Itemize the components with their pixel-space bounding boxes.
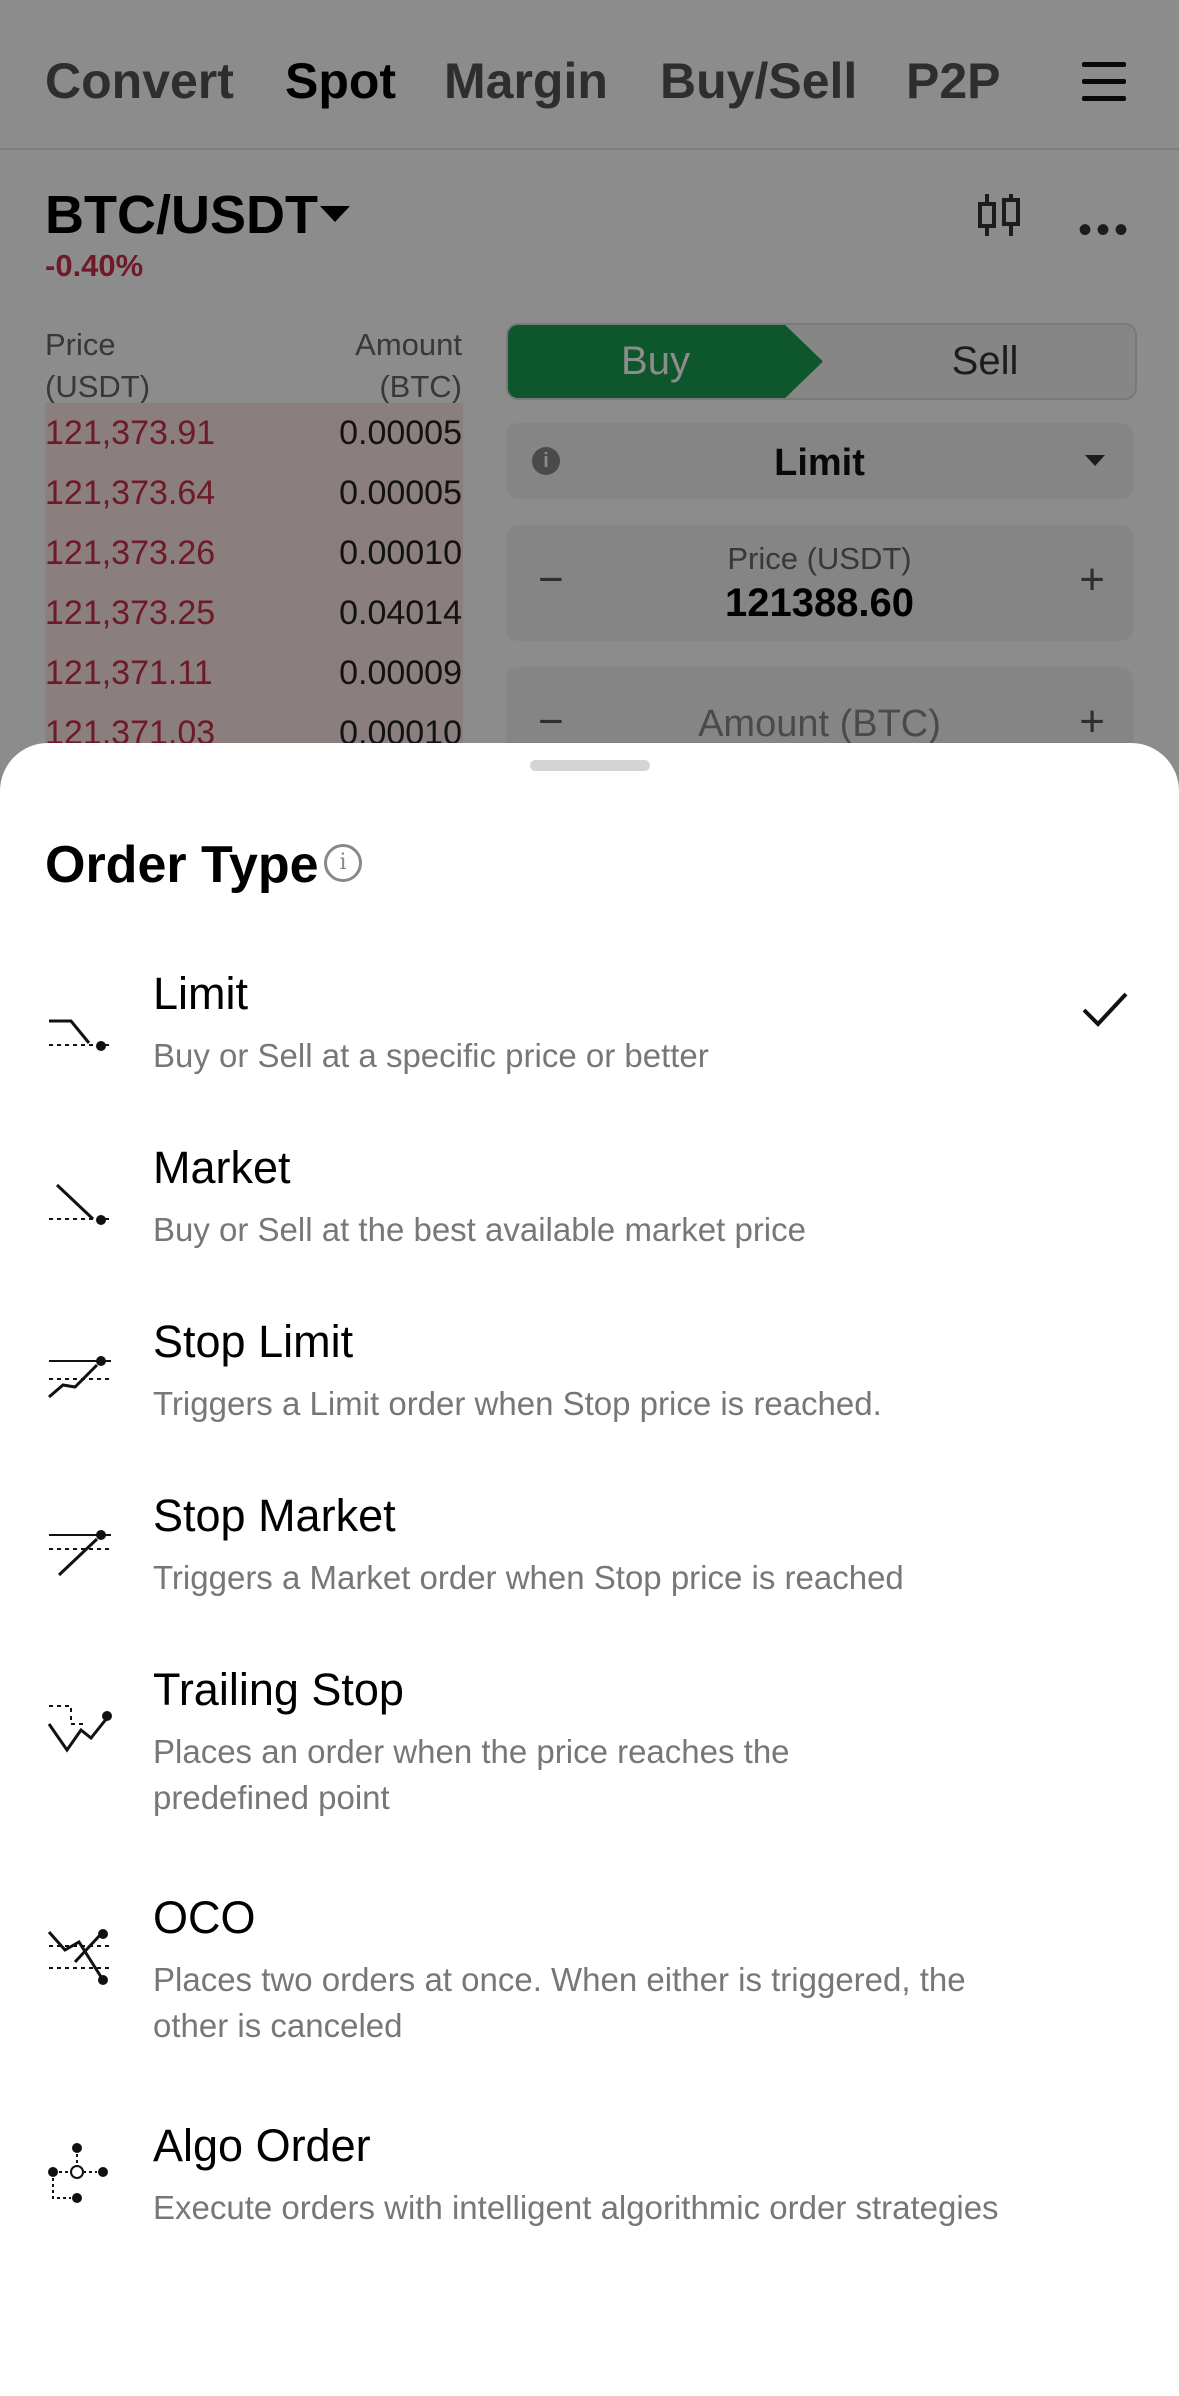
stop-market-icon — [49, 1530, 111, 1577]
option-description-line2: predefined point — [153, 1779, 390, 1816]
limit-icon — [49, 1019, 111, 1051]
sheet-grabber[interactable] — [530, 760, 650, 771]
order-option-trailing-stop[interactable]: Trailing Stop Places an order when the p… — [0, 1664, 1179, 1864]
order-option-stop-limit[interactable]: Stop Limit Triggers a Limit order when S… — [0, 1316, 1179, 1466]
option-description: Places an order when the price reaches t… — [153, 1729, 1083, 1821]
option-description: Buy or Sell at the best available market… — [153, 1211, 806, 1248]
option-description-line1: Places an order when the price reaches t… — [153, 1733, 790, 1770]
option-description: Buy or Sell at a specific price or bette… — [153, 1037, 709, 1074]
order-option-market[interactable]: Market Buy or Sell at the best available… — [0, 1142, 1179, 1292]
option-description: Execute orders with intelligent algorith… — [153, 2189, 999, 2226]
option-title: OCO — [153, 1892, 256, 1943]
trailing-stop-icon — [47, 1705, 112, 1753]
algo-order-icon — [48, 2143, 108, 2203]
order-option-algo-order[interactable]: Algo Order Execute orders with intellige… — [0, 2120, 1179, 2270]
option-title: Stop Market — [153, 1490, 396, 1541]
info-icon[interactable]: i — [324, 844, 362, 882]
order-option-limit[interactable]: Limit Buy or Sell at a specific price or… — [0, 968, 1179, 1118]
option-title: Stop Limit — [153, 1316, 354, 1367]
option-title: Market — [153, 1142, 291, 1193]
stop-limit-icon — [48, 1356, 111, 1399]
oco-icon — [47, 1929, 111, 1985]
market-icon — [49, 1183, 111, 1225]
option-description-line2: other is canceled — [153, 2007, 403, 2044]
option-title: Trailing Stop — [153, 1664, 404, 1715]
option-description-line1: Places two orders at once. When either i… — [153, 1961, 966, 1998]
option-description: Triggers a Limit order when Stop price i… — [153, 1385, 882, 1422]
sheet-title: Order Type — [45, 836, 319, 894]
order-type-sheet: Order Type i Limit Buy or Sell at a spec… — [0, 743, 1179, 2396]
checkmark-icon — [1082, 992, 1128, 1027]
option-title: Limit — [153, 968, 249, 1019]
order-option-oco[interactable]: OCO Places two orders at once. When eith… — [0, 1892, 1179, 2092]
option-description: Triggers a Market order when Stop price … — [153, 1559, 904, 1596]
option-description: Places two orders at once. When either i… — [153, 1957, 1083, 2049]
option-title: Algo Order — [153, 2120, 371, 2171]
order-option-stop-market[interactable]: Stop Market Triggers a Market order when… — [0, 1490, 1179, 1640]
